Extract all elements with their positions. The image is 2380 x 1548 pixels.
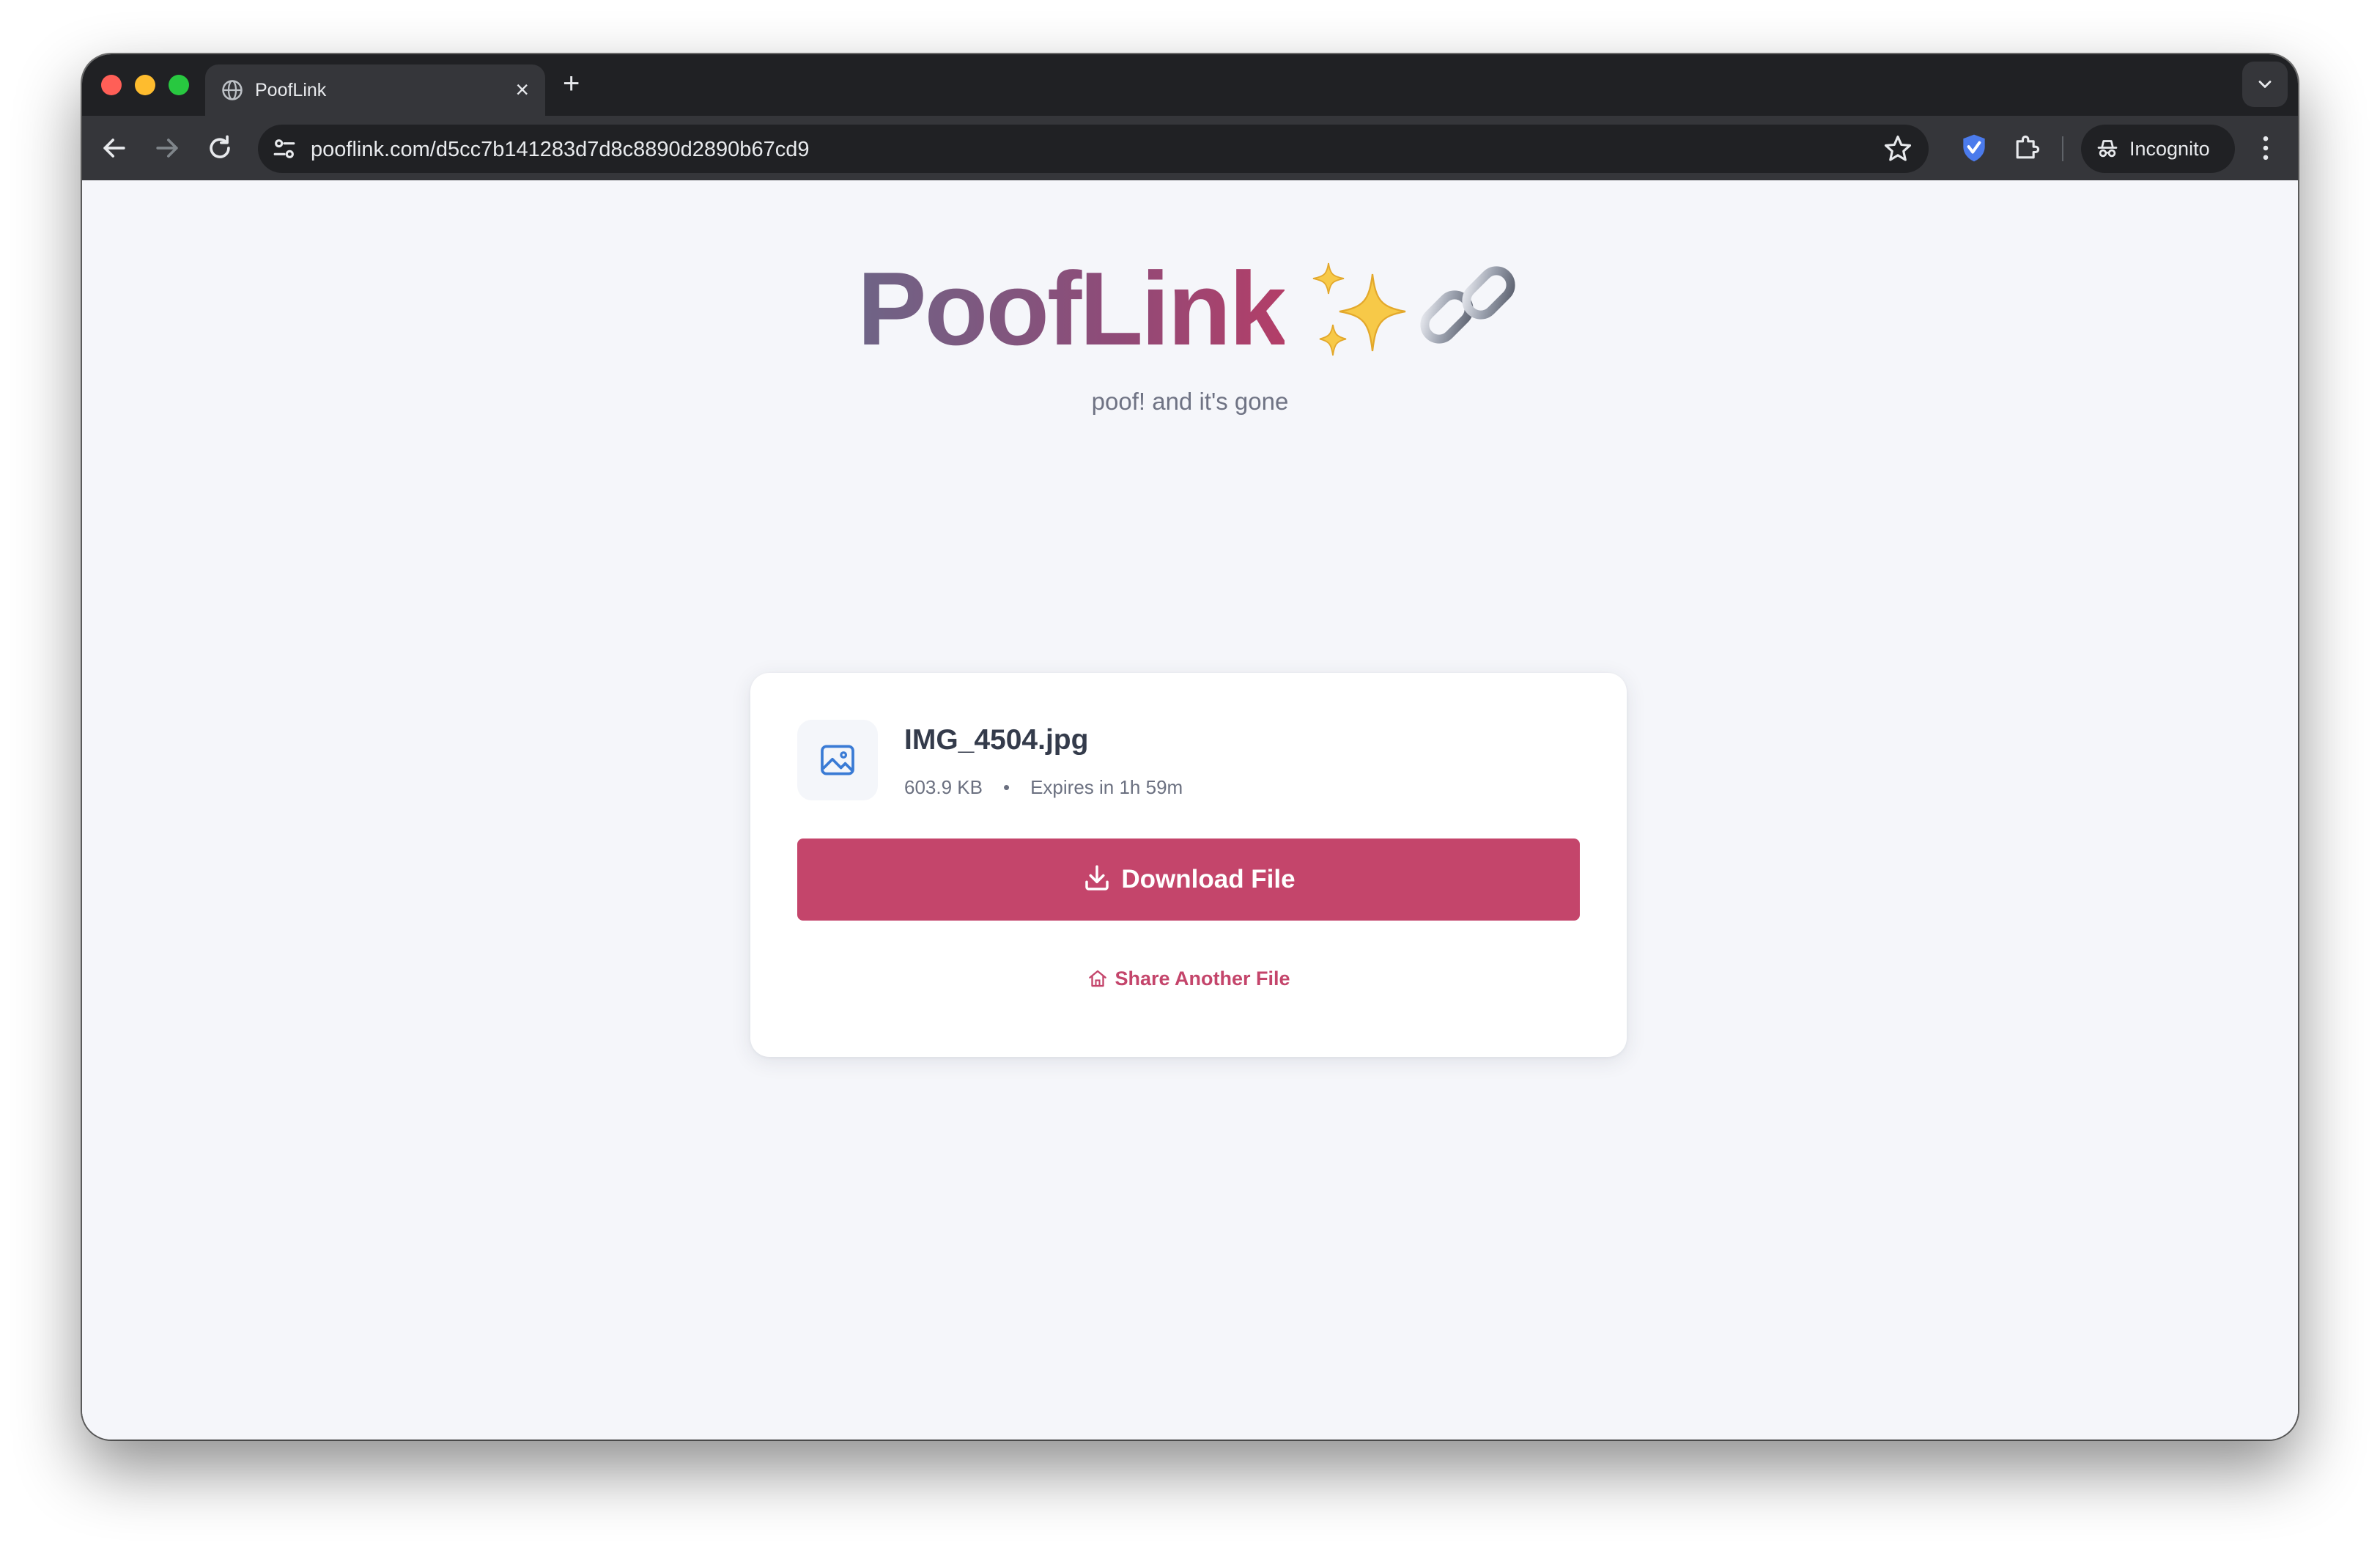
file-card: IMG_4504.jpg 603.9 KB • Expires in 1h 59m … xyxy=(750,673,1627,1057)
extension-shield-icon[interactable] xyxy=(1958,132,1990,164)
share-another-file-link[interactable]: Share Another File xyxy=(750,966,1627,991)
back-arrow-icon[interactable] xyxy=(98,132,130,164)
browser-toolbar: pooflink.com/d5cc7b141283d7d8c8890d2890b… xyxy=(82,116,2298,180)
bookmark-star-icon[interactable] xyxy=(1882,133,1914,165)
globe-icon xyxy=(222,80,243,100)
maximize-window-button[interactable] xyxy=(169,75,189,95)
download-button-label: Download File xyxy=(1121,865,1296,893)
share-another-label: Share Another File xyxy=(1115,968,1290,989)
toolbar-divider xyxy=(2062,136,2063,161)
tab-close-icon[interactable]: × xyxy=(515,77,529,102)
download-file-button[interactable]: Download File xyxy=(797,838,1580,921)
file-expiry: Expires in 1h 59m xyxy=(1030,776,1183,798)
meta-separator: • xyxy=(1002,776,1010,798)
incognito-profile-button[interactable]: Incognito xyxy=(2081,125,2235,173)
tagline: poof! and it's gone xyxy=(1091,388,1289,415)
download-icon xyxy=(1085,865,1109,891)
page-content: PoofLink poof! and it's gone IMG_4504.jp… xyxy=(82,180,2298,1440)
image-icon xyxy=(821,745,854,775)
extensions-puzzle-icon[interactable] xyxy=(2011,132,2043,164)
file-type-tile xyxy=(797,720,878,800)
forward-arrow-icon[interactable] xyxy=(151,132,183,164)
file-meta: 603.9 KB • Expires in 1h 59m xyxy=(904,775,1183,799)
url-text[interactable]: pooflink.com/d5cc7b141283d7d8c8890d2890b… xyxy=(311,137,809,162)
file-name: IMG_4504.jpg xyxy=(904,724,1089,756)
minimize-window-button[interactable] xyxy=(135,75,155,95)
home-icon xyxy=(1089,970,1107,987)
address-bar[interactable]: pooflink.com/d5cc7b141283d7d8c8890d2890b… xyxy=(258,125,1929,173)
chevron-down-icon xyxy=(2258,81,2272,88)
browser-tab[interactable]: PoofLink × xyxy=(205,64,545,116)
incognito-icon xyxy=(2097,140,2118,158)
logo-title: PoofLink xyxy=(857,251,1287,367)
incognito-label: Incognito xyxy=(2129,138,2210,160)
site-settings-icon[interactable] xyxy=(268,133,300,165)
link-emoji xyxy=(1420,266,1515,344)
close-window-button[interactable] xyxy=(101,75,122,95)
tab-title: PoofLink xyxy=(255,80,327,100)
hero: PoofLink xyxy=(82,251,2298,368)
browser-titlebar: PoofLink × + xyxy=(82,54,2298,116)
file-size: 603.9 KB xyxy=(904,776,983,798)
reload-icon[interactable] xyxy=(204,132,236,164)
browser-window: PoofLink × + pooflink.com/d5cc7b141283d7… xyxy=(82,54,2298,1440)
tab-search-button[interactable] xyxy=(2242,62,2288,107)
sparkles-emoji xyxy=(1312,262,1405,356)
more-menu-icon[interactable] xyxy=(2250,132,2282,164)
new-tab-button[interactable]: + xyxy=(563,69,580,98)
